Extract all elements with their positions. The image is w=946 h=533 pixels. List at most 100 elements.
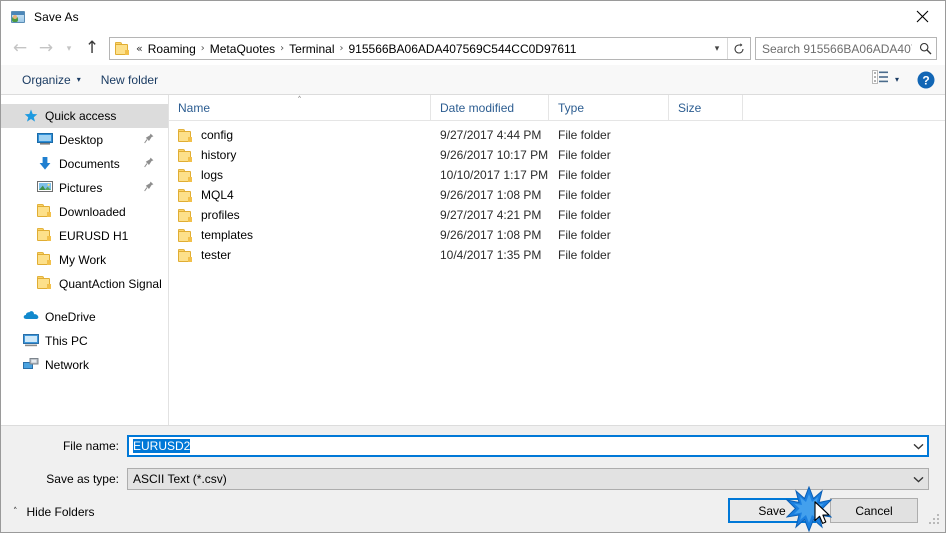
table-row[interactable]: tester 10/4/2017 1:35 PM File folder xyxy=(169,245,945,265)
folder-icon xyxy=(37,252,53,268)
search-input[interactable] xyxy=(756,40,914,57)
file-name-cell: templates xyxy=(169,228,431,242)
folder-icon xyxy=(178,188,193,202)
address-dropdown-icon[interactable]: ▾ xyxy=(707,38,727,59)
column-header-type[interactable]: Type xyxy=(549,95,669,120)
pin-icon[interactable] xyxy=(144,157,154,171)
new-folder-label: New folder xyxy=(100,72,159,87)
up-arrow-icon[interactable]: ↑ xyxy=(79,36,105,62)
folder-icon xyxy=(178,208,193,222)
column-header-filler xyxy=(743,95,945,120)
search-icon[interactable] xyxy=(914,42,936,55)
close-icon[interactable] xyxy=(899,1,945,32)
address-bar[interactable]: « Roaming › MetaQuotes › Terminal › 9155… xyxy=(109,37,751,60)
table-row[interactable]: templates 9/26/2017 1:08 PM File folder xyxy=(169,225,945,245)
type-cell: File folder xyxy=(558,168,611,182)
column-header-name[interactable]: Name ˄ xyxy=(169,95,431,120)
sidebar-item-desktop[interactable]: Desktop xyxy=(1,128,168,152)
help-button[interactable]: ? xyxy=(917,71,935,89)
organize-button[interactable]: Organize ▾ xyxy=(15,70,88,90)
forward-arrow-icon[interactable]: → xyxy=(33,36,59,62)
breadcrumb-item-terminal-id[interactable]: 915566BA06ADA407569C544CC0D97611 xyxy=(346,42,580,56)
chevron-down-icon[interactable] xyxy=(908,443,928,450)
sidebar-item-pictures[interactable]: Pictures xyxy=(1,176,168,200)
file-name-cell: config xyxy=(169,128,431,142)
hide-folders-label: Hide Folders xyxy=(26,505,95,519)
type-cell: File folder xyxy=(558,208,611,222)
pictures-icon xyxy=(37,180,53,196)
column-header-label: Size xyxy=(678,100,702,115)
sidebar-item-quick-access[interactable]: Quick access xyxy=(1,104,168,128)
chevron-up-icon: ˄ xyxy=(13,507,18,517)
file-list: Name ˄ Date modified Type Size config 9/… xyxy=(169,95,945,425)
breadcrumb-separator: › xyxy=(339,43,344,54)
button-row: ˄ Hide Folders Save Cancel xyxy=(1,492,945,532)
file-name-cell: MQL4 xyxy=(169,188,431,202)
search-box[interactable] xyxy=(755,37,937,60)
table-row[interactable]: config 9/27/2017 4:44 PM File folder xyxy=(169,125,945,145)
table-row[interactable]: logs 10/10/2017 1:17 PM File folder xyxy=(169,165,945,185)
breadcrumb-item-metaquotes[interactable]: MetaQuotes xyxy=(207,42,278,56)
pin-icon[interactable] xyxy=(144,181,154,195)
folder-icon xyxy=(37,204,53,220)
table-row[interactable]: history 9/26/2017 10:17 PM File folder xyxy=(169,145,945,165)
hide-folders-button[interactable]: ˄ Hide Folders xyxy=(13,505,95,519)
file-name-label: MQL4 xyxy=(201,188,234,202)
save-as-dialog: Save As ← → ▾ ↑ « Roaming › MetaQuotes ›… xyxy=(0,0,946,533)
file-name-input[interactable]: EURUSD2 xyxy=(127,435,929,457)
save-button[interactable]: Save xyxy=(728,498,816,523)
breadcrumb-item-terminal[interactable]: Terminal xyxy=(286,42,337,56)
breadcrumb-separator: › xyxy=(280,43,285,54)
navigation-pane: Quick access Desktop Documents Pictures … xyxy=(1,95,169,425)
chevron-down-icon[interactable] xyxy=(908,476,928,483)
action-buttons: Save Cancel xyxy=(714,498,918,523)
type-cell: File folder xyxy=(558,128,611,142)
type-cell: File folder xyxy=(558,228,611,242)
date-modified-cell: 9/27/2017 4:21 PM xyxy=(440,208,542,222)
pin-icon[interactable] xyxy=(144,133,154,147)
sidebar-item-label: Downloaded xyxy=(59,205,126,219)
breadcrumb-overflow-icon[interactable]: « xyxy=(134,42,145,55)
dialog-body: Quick access Desktop Documents Pictures … xyxy=(1,95,945,425)
file-name-label: profiles xyxy=(201,208,240,222)
sidebar-item-documents[interactable]: Documents xyxy=(1,152,168,176)
file-list-rows: config 9/27/2017 4:44 PM File folder his… xyxy=(169,121,945,425)
folder-icon xyxy=(115,42,130,55)
type-cell: File folder xyxy=(558,148,611,162)
date-modified-cell: 9/26/2017 10:17 PM xyxy=(440,148,549,162)
recent-locations-chevron-icon[interactable]: ▾ xyxy=(59,36,79,62)
resize-grip[interactable] xyxy=(929,511,941,529)
new-folder-button[interactable]: New folder xyxy=(94,70,165,90)
sidebar-item-downloaded[interactable]: Downloaded xyxy=(1,200,168,224)
sidebar-item-label: My Work xyxy=(59,253,107,267)
onedrive-cloud-icon xyxy=(23,309,39,325)
sidebar-item-this-pc[interactable]: This PC xyxy=(1,329,168,353)
view-options-icon xyxy=(871,70,889,89)
column-header-size[interactable]: Size xyxy=(669,95,743,120)
refresh-icon[interactable] xyxy=(727,38,750,59)
table-row[interactable]: MQL4 9/26/2017 1:08 PM File folder xyxy=(169,185,945,205)
sidebar-item-label: Quick access xyxy=(45,109,117,123)
organize-label: Organize xyxy=(22,72,71,87)
sidebar-item-label: Documents xyxy=(59,157,120,171)
sidebar-item-my-work[interactable]: My Work xyxy=(1,248,168,272)
file-list-header: Name ˄ Date modified Type Size xyxy=(169,95,945,121)
save-as-type-select[interactable]: ASCII Text (*.csv) xyxy=(127,468,929,490)
file-name-cell: profiles xyxy=(169,208,431,222)
cancel-button[interactable]: Cancel xyxy=(830,498,918,523)
back-arrow-icon[interactable]: ← xyxy=(7,36,33,62)
sidebar-item-network[interactable]: Network xyxy=(1,353,168,377)
file-name-value: EURUSD2 xyxy=(133,439,191,453)
column-header-label: Name xyxy=(178,100,211,115)
column-header-date-modified[interactable]: Date modified xyxy=(431,95,549,120)
save-button-label: Save xyxy=(758,503,786,518)
sidebar-item-eurusd-h1[interactable]: EURUSD H1 xyxy=(1,224,168,248)
table-row[interactable]: profiles 9/27/2017 4:21 PM File folder xyxy=(169,205,945,225)
view-options-button[interactable]: ▾ xyxy=(868,68,903,91)
file-name-cell: tester xyxy=(169,248,431,262)
sidebar-item-onedrive[interactable]: OneDrive xyxy=(1,305,168,329)
sidebar-item-quantaction-signal[interactable]: QuantAction Signal xyxy=(1,272,168,296)
folder-icon xyxy=(178,168,193,182)
breadcrumb-item-roaming[interactable]: Roaming xyxy=(145,42,199,56)
svg-text:?: ? xyxy=(922,73,929,87)
